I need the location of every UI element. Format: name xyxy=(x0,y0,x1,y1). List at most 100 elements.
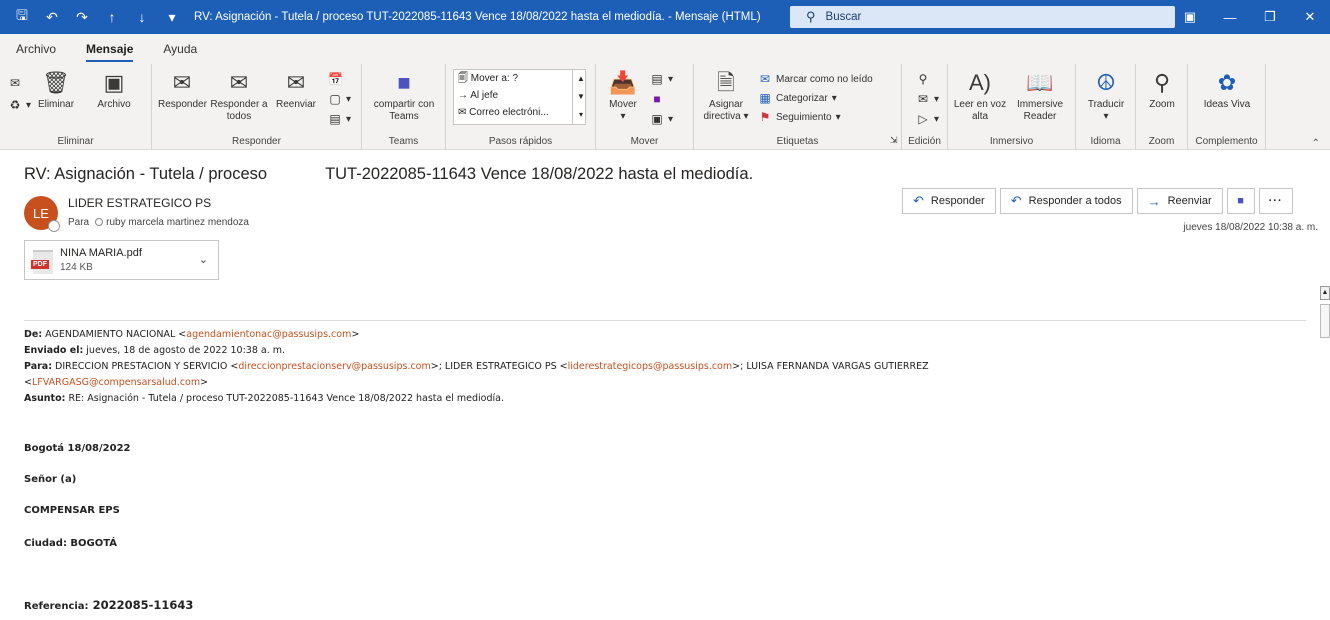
email-link[interactable]: agendamientonac@passusips.com xyxy=(186,329,351,340)
presence-icon xyxy=(48,220,60,232)
tab-ayuda[interactable]: Ayuda xyxy=(163,42,197,56)
mark-unread-button[interactable]: ✉ Marcar como no leído xyxy=(758,72,873,86)
quick-steps-scroll[interactable]: ▲ ▼ ▾ xyxy=(572,70,585,124)
reply-all-icon: ↶ xyxy=(1010,193,1022,208)
save-icon[interactable]: 🖫 xyxy=(14,5,30,29)
message-date: jueves 18/08/2022 10:38 a. m. xyxy=(1183,222,1318,233)
body-salutation: Señor (a) xyxy=(24,474,77,485)
move-button[interactable]: 📥 Mover ▾ xyxy=(602,70,644,122)
cleanup-icon[interactable]: ♻ ▾ xyxy=(8,98,31,112)
immersive-reader-icon: 📖 xyxy=(1026,70,1054,95)
delete-button[interactable]: 🗑 Eliminar xyxy=(34,70,78,111)
archive-button[interactable]: ▣ Archivo xyxy=(92,70,136,111)
categorize-button[interactable]: ▦ Categorizar ▾ xyxy=(758,91,836,105)
avatar[interactable]: LE xyxy=(24,196,60,232)
to-line-body-cont: <LFVARGASG@compensarsalud.com> xyxy=(24,377,209,388)
chevron-up-icon[interactable]: ▲ xyxy=(577,70,585,88)
group-etiquetas: 🗎 Asignar directiva ▾ ✉ Marcar como no le… xyxy=(694,64,902,150)
quick-step-boss[interactable]: → Al jefe xyxy=(454,87,585,104)
body-date: Bogotá 18/08/2022 xyxy=(24,443,131,454)
more-actions-button[interactable]: ··· xyxy=(1258,188,1293,214)
pdf-file-icon: PDF xyxy=(31,250,53,274)
collapse-ribbon-icon[interactable]: ⌃ xyxy=(1312,138,1320,149)
sender-name[interactable]: LIDER ESTRATEGICO PS xyxy=(68,196,211,210)
share-teams-button[interactable]: ■ compartir con Teams xyxy=(370,70,438,122)
search-box[interactable]: ⚲ Buscar xyxy=(790,6,1175,28)
tab-archivo[interactable]: Archivo xyxy=(16,42,56,56)
email-link[interactable]: liderestrategicops@passusips.com xyxy=(568,361,733,372)
restore-icon[interactable]: ❐ xyxy=(1250,0,1290,34)
translate-button[interactable]: ☮ Traducir ▾ xyxy=(1082,70,1130,122)
group-zoom: ⚲ Zoom Zoom xyxy=(1136,64,1188,150)
find-icon[interactable]: ⚲ xyxy=(916,72,930,86)
ribbon: ✉ ♻ ▾ 🗑 Eliminar ▣ Archivo Eliminar ✉ Res… xyxy=(0,64,1330,150)
reply-icon: ↶ xyxy=(913,193,924,208)
ideas-viva-button[interactable]: ✿ Ideas Viva xyxy=(1202,70,1252,111)
move-icon: 📥 xyxy=(609,70,637,95)
ignore-icon[interactable]: ✉ xyxy=(8,76,22,90)
reply-button[interactable]: ✉ Responder xyxy=(158,70,207,111)
translate-icon: ☮ xyxy=(1096,70,1116,95)
followup-button[interactable]: ⚑ Seguimiento ▾ xyxy=(758,110,841,124)
quick-step-move[interactable]: 🗐 Mover a: ? xyxy=(454,70,585,87)
minimize-icon[interactable]: — xyxy=(1210,0,1250,34)
zoom-button[interactable]: ⚲ Zoom xyxy=(1140,70,1184,111)
recipient-name[interactable]: ruby marcela martinez mendoza xyxy=(106,217,249,228)
trash-icon: 🗑 xyxy=(42,70,70,95)
more-respond-icon[interactable]: ▤ ▾ xyxy=(328,112,351,126)
forward-button[interactable]: ✉ Reenviar xyxy=(272,70,320,111)
email-link[interactable]: direccionprestacionserv@passusips.com xyxy=(238,361,430,372)
group-label-teams: Teams xyxy=(388,136,419,147)
group-eliminar: ✉ ♻ ▾ 🗑 Eliminar ▣ Archivo Eliminar xyxy=(0,64,152,150)
close-icon[interactable]: ✕ xyxy=(1290,0,1330,34)
tab-mensaje[interactable]: Mensaje xyxy=(86,42,134,62)
ribbon-display-icon[interactable]: ▣ xyxy=(1170,0,1210,34)
forward-icon: → xyxy=(1147,193,1161,209)
body-company: COMPENSAR EPS xyxy=(24,505,120,516)
group-label-inmersivo: Inmersivo xyxy=(989,136,1034,147)
read-aloud-button[interactable]: A) Leer en voz alta xyxy=(952,70,1008,122)
arrow-up-icon[interactable]: ↑ xyxy=(104,9,120,25)
actions-icon[interactable]: ▣ ▾ xyxy=(650,112,673,126)
onenote-icon[interactable]: ■ xyxy=(650,92,664,106)
to-line-body: Para: DIRECCION PRESTACION Y SERVICIO <d… xyxy=(24,361,929,372)
menu-bar: Archivo Mensaje Ayuda xyxy=(0,34,1330,64)
undo-icon[interactable]: ↶ xyxy=(44,9,60,26)
immersive-reader-button[interactable]: 📖 Immersive Reader xyxy=(1010,70,1070,122)
reply-icon: ✉ xyxy=(172,70,192,95)
teams-button-header[interactable]: ■ xyxy=(1226,188,1255,214)
group-label-mover: Mover xyxy=(630,136,659,147)
group-inmersivo: A) Leer en voz alta 📖 Immersive Reader I… xyxy=(948,64,1076,150)
forward-button-header[interactable]: → Reenviar xyxy=(1136,188,1223,214)
expand-icon[interactable]: ▾ xyxy=(577,106,585,124)
archive-icon: ▣ xyxy=(103,70,125,95)
im-icon[interactable]: ▢ ▾ xyxy=(328,92,351,106)
chevron-down-icon[interactable]: ▼ xyxy=(577,88,585,106)
divider xyxy=(24,320,1306,321)
quick-step-email[interactable]: ✉ Correo electróni... xyxy=(454,104,585,121)
viva-icon: ✿ xyxy=(1217,70,1237,95)
reply-all-button[interactable]: ✉ Responder a todos xyxy=(208,70,270,122)
rules-icon[interactable]: ▤ ▾ xyxy=(650,72,673,86)
meeting-icon[interactable]: 📅 xyxy=(328,72,343,86)
reply-all-button-header[interactable]: ↶ Responder a todos xyxy=(999,188,1133,214)
group-label-etiquetas: Etiquetas xyxy=(776,136,819,147)
assign-policy-button[interactable]: 🗎 Asignar directiva ▾ xyxy=(698,70,754,122)
group-label-eliminar: Eliminar xyxy=(57,136,94,147)
email-link[interactable]: LFVARGASG@compensarsalud.com xyxy=(32,377,200,388)
attachment-card[interactable]: PDF NINA MARIA.pdf 124 KB ⌄ xyxy=(24,240,219,280)
chevron-down-icon[interactable]: ⌄ xyxy=(199,253,208,266)
group-complemento: ✿ Ideas Viva Complemento xyxy=(1188,64,1266,150)
group-idioma: ☮ Traducir ▾ Idioma xyxy=(1076,64,1136,150)
scroll-up-button[interactable]: ▲ xyxy=(1320,286,1330,300)
reply-button-header[interactable]: ↶ Responder xyxy=(902,188,996,214)
arrow-down-icon[interactable]: ↓ xyxy=(134,9,150,25)
reply-all-icon: ✉ xyxy=(229,70,249,95)
subject-line-body: Asunto: RE: Asignación - Tutela / proces… xyxy=(24,393,504,404)
redo-icon[interactable]: ↷ xyxy=(74,9,90,26)
customize-toolbar-icon[interactable]: ▾ xyxy=(164,9,180,26)
body-city: Ciudad: BOGOTÁ xyxy=(24,538,118,549)
scrollbar-thumb[interactable] xyxy=(1320,304,1330,338)
select-icon[interactable]: ▷ ▾ xyxy=(916,112,939,126)
related-icon[interactable]: ✉ ▾ xyxy=(916,92,939,106)
